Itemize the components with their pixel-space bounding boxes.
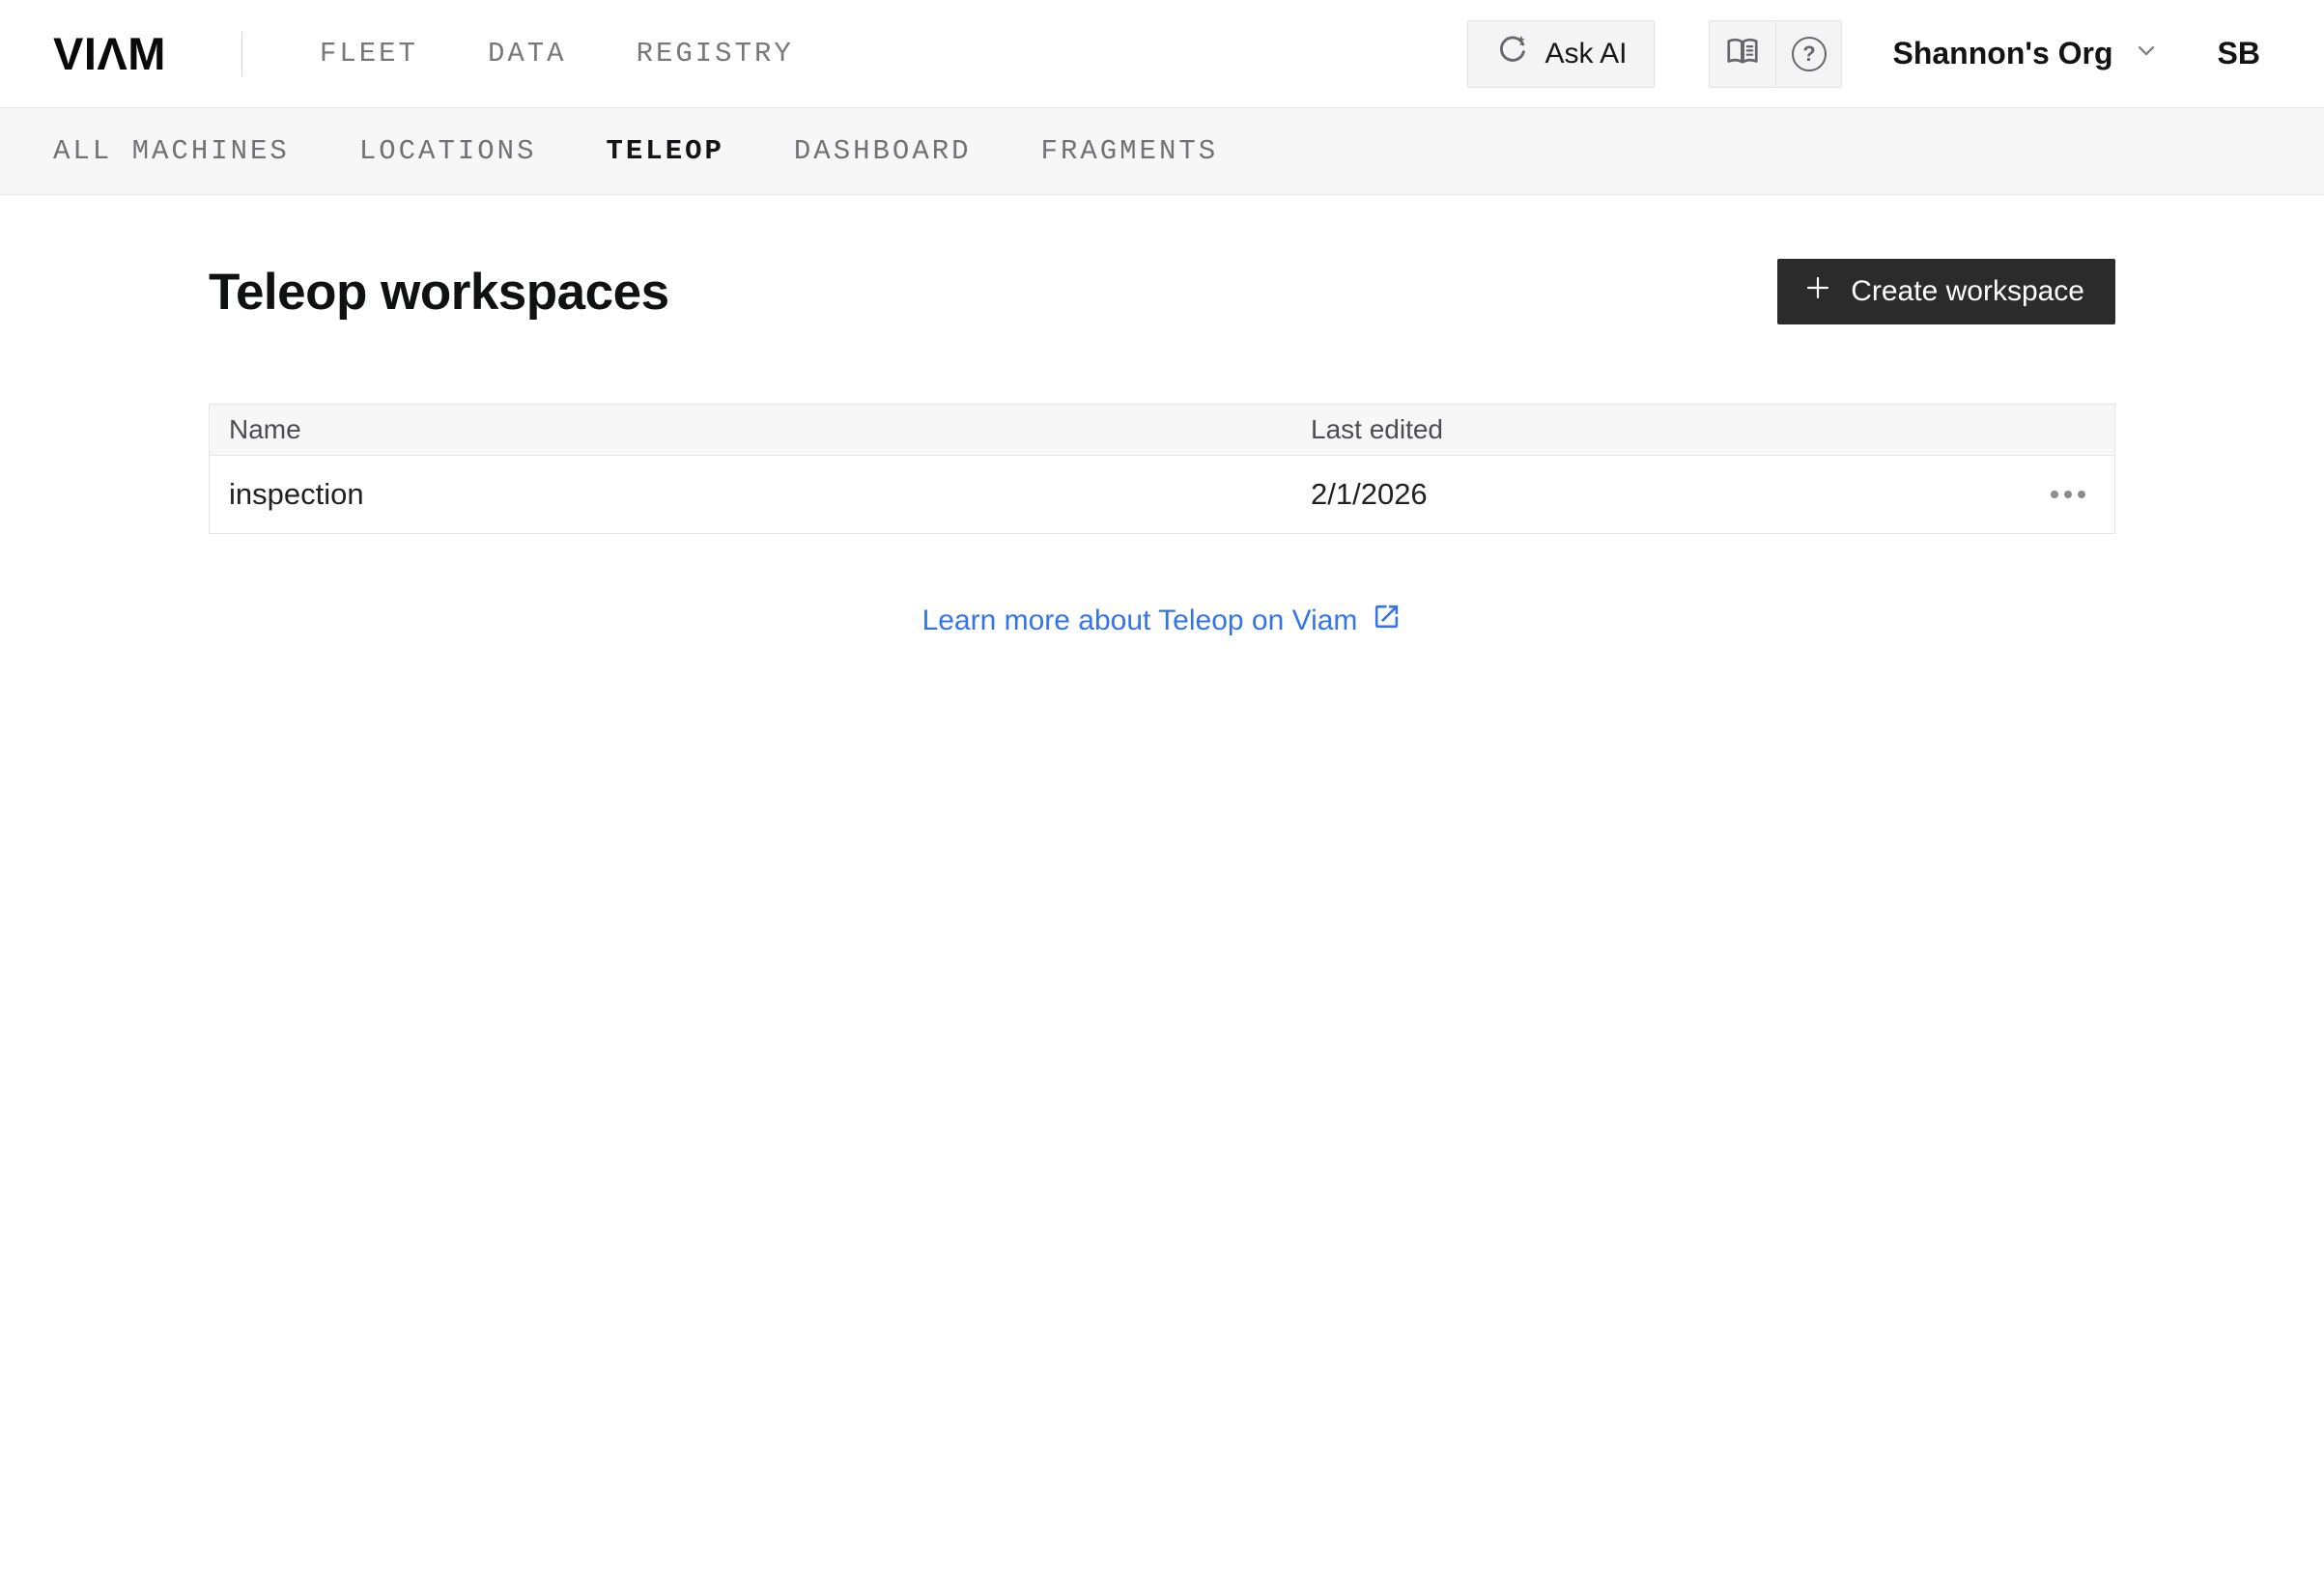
title-row: Teleop workspaces Create workspace <box>209 259 2115 324</box>
topbar: VIΛM FLEET DATA REGISTRY Ask AI ? Shanno… <box>0 0 2324 108</box>
nav-data[interactable]: DATA <box>488 38 567 70</box>
topbar-left: VIΛM FLEET DATA REGISTRY <box>53 27 794 80</box>
learn-more-container: Learn more about Teleop on Viam <box>209 602 2115 639</box>
workspace-actions-cell <box>1989 479 2114 510</box>
org-name: Shannon's Org <box>1892 36 2113 70</box>
utility-icon-group: ? <box>1709 19 1843 88</box>
chevron-down-icon <box>2133 36 2160 71</box>
workspace-last-edited-cell: 2/1/2026 <box>1311 477 1428 511</box>
ask-ai-label: Ask AI <box>1545 37 1628 70</box>
main-content: Teleop workspaces Create workspace Name … <box>0 259 2324 639</box>
question-circle-icon: ? <box>1791 36 1827 71</box>
workspaces-table: Name Last edited inspection 2/1/2026 <box>209 404 2115 534</box>
ask-ai-button[interactable]: Ask AI <box>1467 19 1656 88</box>
help-button[interactable]: ? <box>1775 20 1841 87</box>
docs-button[interactable] <box>1710 21 1775 87</box>
table-row[interactable]: inspection 2/1/2026 <box>210 456 2114 533</box>
user-avatar[interactable]: SB <box>2218 36 2260 71</box>
tab-locations[interactable]: LOCATIONS <box>359 135 537 167</box>
tab-all-machines[interactable]: ALL MACHINES <box>53 135 290 167</box>
page-title: Teleop workspaces <box>209 263 669 321</box>
create-workspace-button[interactable]: Create workspace <box>1777 259 2115 324</box>
open-book-icon <box>1724 34 1761 73</box>
row-menu-button[interactable] <box>2039 479 2097 510</box>
table-header: Name Last edited <box>210 405 2114 456</box>
fleet-subnav: ALL MACHINES LOCATIONS TELEOP DASHBOARD … <box>0 108 2324 195</box>
tab-fragments[interactable]: FRAGMENTS <box>1041 135 1219 167</box>
learn-more-label: Learn more about Teleop on Viam <box>921 604 1358 636</box>
external-link-icon <box>1372 602 1402 639</box>
org-switcher[interactable]: Shannon's Org <box>1892 36 2159 71</box>
column-header-name: Name <box>229 414 301 444</box>
topbar-right: Ask AI ? Shannon's Org SB <box>1467 19 2260 88</box>
tab-teleop[interactable]: TELEOP <box>606 135 723 167</box>
viam-logo[interactable]: VIΛM <box>53 27 166 80</box>
topbar-divider <box>241 31 242 76</box>
ellipsis-icon <box>2051 491 2058 498</box>
tab-dashboard[interactable]: DASHBOARD <box>794 135 972 167</box>
primary-nav: FLEET DATA REGISTRY <box>320 38 794 70</box>
create-workspace-label: Create workspace <box>1851 275 2084 307</box>
nav-registry[interactable]: REGISTRY <box>637 38 794 70</box>
nav-fleet[interactable]: FLEET <box>320 38 418 70</box>
page: VIΛM FLEET DATA REGISTRY Ask AI ? Shanno… <box>0 0 2324 1576</box>
learn-more-link[interactable]: Learn more about Teleop on Viam <box>922 602 1403 639</box>
sparkle-refresh-icon <box>1495 33 1530 75</box>
plus-icon <box>1802 272 1833 311</box>
workspace-name-cell[interactable]: inspection <box>210 477 1291 512</box>
column-header-last-edited: Last edited <box>1311 414 1443 444</box>
